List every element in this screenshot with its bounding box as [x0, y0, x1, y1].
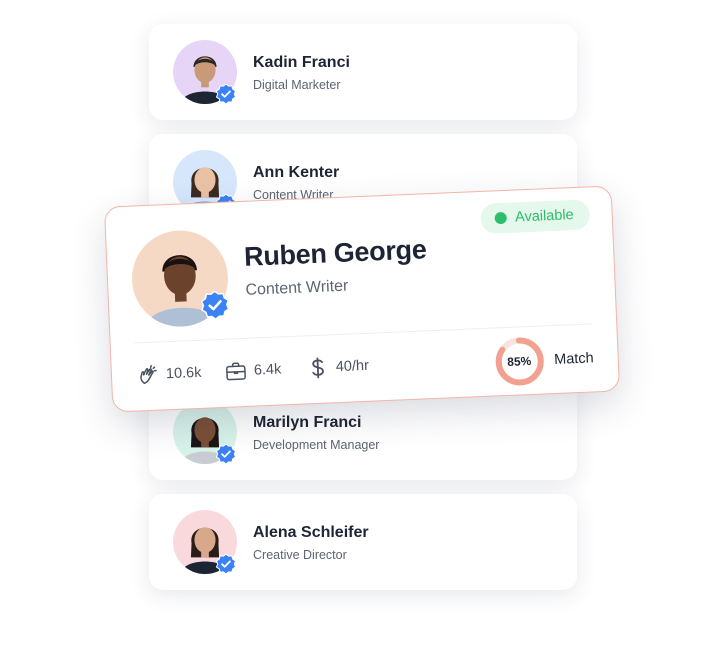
- verified-badge-icon: [200, 290, 230, 320]
- person-role: Creative Director: [253, 548, 347, 562]
- availability-label: Available: [514, 207, 575, 226]
- person-name[interactable]: Alena Schleifer: [253, 524, 369, 542]
- clap-icon: [140, 365, 157, 384]
- rate-value: 40/hr: [335, 357, 370, 376]
- person-role: Development Manager: [253, 438, 380, 452]
- match-indicator: 85% Match: [493, 333, 595, 387]
- person-card[interactable]: Kadin Franci Digital Marketer: [149, 24, 577, 120]
- availability-badge: Available: [480, 199, 591, 234]
- match-label: Match: [553, 350, 595, 368]
- stat-rate: 40/hr: [305, 353, 369, 382]
- verified-badge-icon: [216, 444, 236, 464]
- verified-badge-icon: [216, 84, 236, 104]
- featured-name[interactable]: Ruben George: [244, 234, 428, 273]
- verified-badge-icon: [216, 554, 236, 574]
- match-ring: 85%: [493, 335, 545, 387]
- jobs-value: 6.4k: [253, 361, 282, 379]
- stat-jobs: 6.4k: [223, 356, 282, 384]
- stat-claps: 10.6k: [135, 360, 202, 389]
- person-card[interactable]: Alena Schleifer Creative Director: [149, 494, 577, 590]
- featured-profile-card[interactable]: Ruben George Content Writer Available 10…: [103, 185, 621, 413]
- match-percent: 85%: [506, 353, 532, 369]
- person-role: Digital Marketer: [253, 78, 341, 92]
- claps-value: 10.6k: [165, 364, 202, 383]
- briefcase-icon: [226, 362, 246, 381]
- dollar-icon: [312, 357, 324, 379]
- person-name[interactable]: Ann Kenter: [253, 164, 339, 182]
- status-dot-icon: [494, 211, 508, 225]
- featured-role: Content Writer: [245, 277, 349, 299]
- person-name[interactable]: Marilyn Franci: [253, 414, 361, 432]
- person-name[interactable]: Kadin Franci: [253, 54, 350, 72]
